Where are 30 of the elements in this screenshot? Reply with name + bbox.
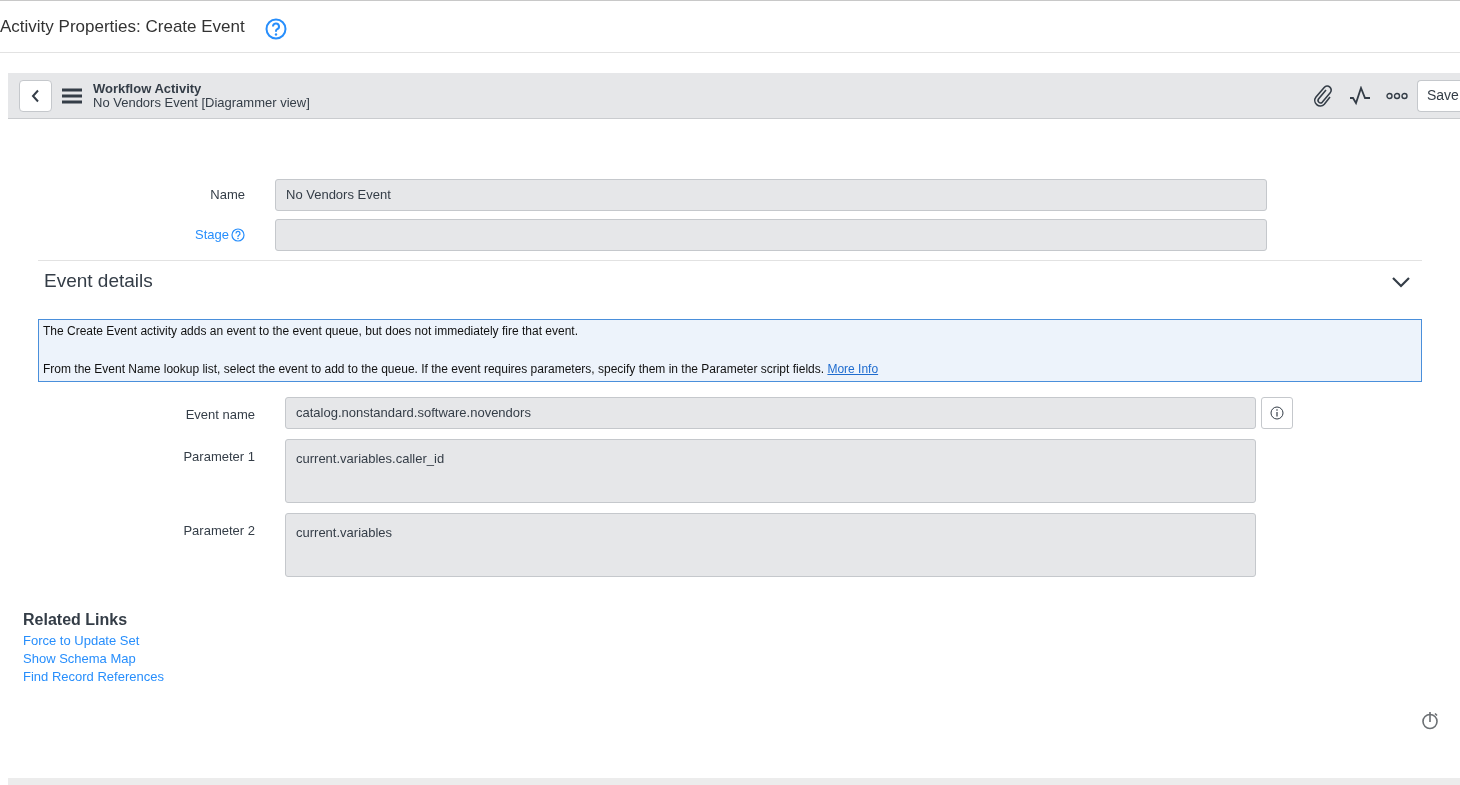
chevron-icon[interactable] <box>1391 275 1411 288</box>
related-links-heading: Related Links <box>23 611 129 629</box>
field-label: Parameter 2 <box>182 522 255 540</box>
info-button[interactable] <box>1261 397 1293 429</box>
info-text: From the Event Name lookup list, select the event to add to the queue. If the event requires parameters, specify them in the Parameter script fields. More Info <box>43 361 880 378</box>
section-title: Event details <box>44 269 153 294</box>
reference-field[interactable]: catalog.nonstandard.software.novendors <box>285 397 1256 429</box>
paperclip-icon[interactable] <box>1312 84 1334 107</box>
activity-icon[interactable] <box>1349 85 1371 106</box>
record-title: No Vendors Event [Diagrammer view] <box>93 95 310 110</box>
help-icon[interactable] <box>264 17 287 40</box>
menu-icon[interactable] <box>62 87 82 104</box>
back-button[interactable] <box>19 79 52 112</box>
help-icon[interactable] <box>231 228 245 242</box>
record-type: Workflow Activity <box>93 81 203 96</box>
more-info-link[interactable]: More Info <box>827 362 879 376</box>
info-text: The Create Event activity adds an event to the event queue, but does not immediately fire that event. <box>43 323 579 340</box>
info-icon <box>1270 406 1284 420</box>
page-title: Activity Properties: Create Event <box>0 15 245 38</box>
text-field[interactable]: No Vendors Event <box>275 179 1267 211</box>
field-label: Name <box>210 186 245 205</box>
text-field[interactable] <box>275 219 1267 251</box>
field-label: Event name <box>184 406 255 424</box>
save-button[interactable]: Save <box>1417 79 1460 112</box>
stopwatch-icon[interactable] <box>1421 710 1439 730</box>
back-icon <box>30 88 41 103</box>
script-field[interactable]: current.variables.caller_id <box>285 439 1256 503</box>
script-field[interactable]: current.variables <box>285 513 1256 577</box>
field-label: Parameter 1 <box>182 448 255 466</box>
more-icon[interactable] <box>1386 91 1408 100</box>
